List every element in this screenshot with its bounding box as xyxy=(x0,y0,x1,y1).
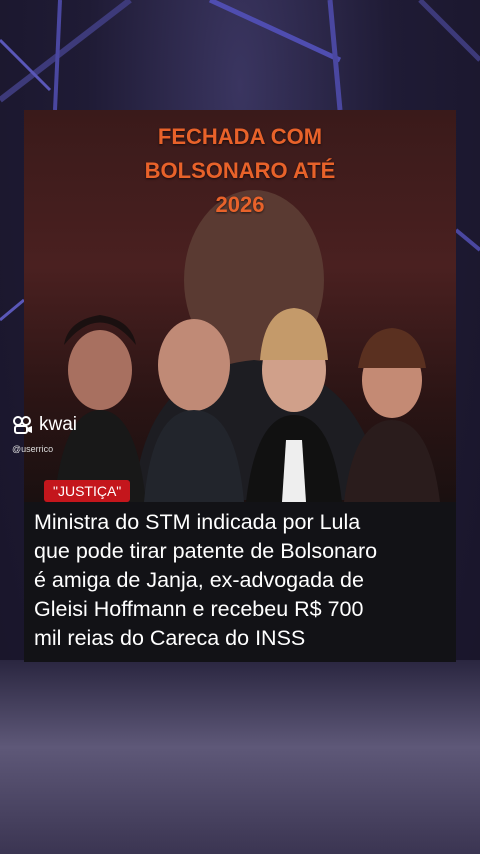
background-smoke xyxy=(0,660,480,854)
caption-line: Gleisi Hoffmann e recebeu R$ 700 xyxy=(34,597,364,621)
kwai-brand: kwai xyxy=(39,414,78,435)
headline-line: 2026 xyxy=(215,192,265,217)
category-tag: "JUSTIÇA" xyxy=(44,480,131,502)
kwai-logo-icon xyxy=(13,416,32,434)
kwai-username: @userrico xyxy=(12,444,54,454)
kwai-watermark: kwai xyxy=(12,414,77,436)
caption-line: mil reias do Careca do INSS xyxy=(34,626,306,650)
headline: FECHADA COM BOLSONARO ATÉ 2026 xyxy=(24,120,456,222)
news-photo: FECHADA COM BOLSONARO ATÉ 2026 xyxy=(24,110,456,502)
news-card[interactable]: FECHADA COM BOLSONARO ATÉ 2026 "JUSTIÇA"… xyxy=(24,110,456,662)
caption-line: que pode tirar patente de Bolsonaro xyxy=(34,539,378,563)
headline-line: BOLSONARO ATÉ xyxy=(144,158,336,183)
caption-line: Ministra do STM indicada por Lula xyxy=(34,510,361,534)
headline-line: FECHADA COM xyxy=(157,124,323,149)
news-caption: Ministra do STM indicada por Lula que po… xyxy=(34,508,452,653)
caption-line: é amiga de Janja, ex-advogada de xyxy=(34,568,364,592)
